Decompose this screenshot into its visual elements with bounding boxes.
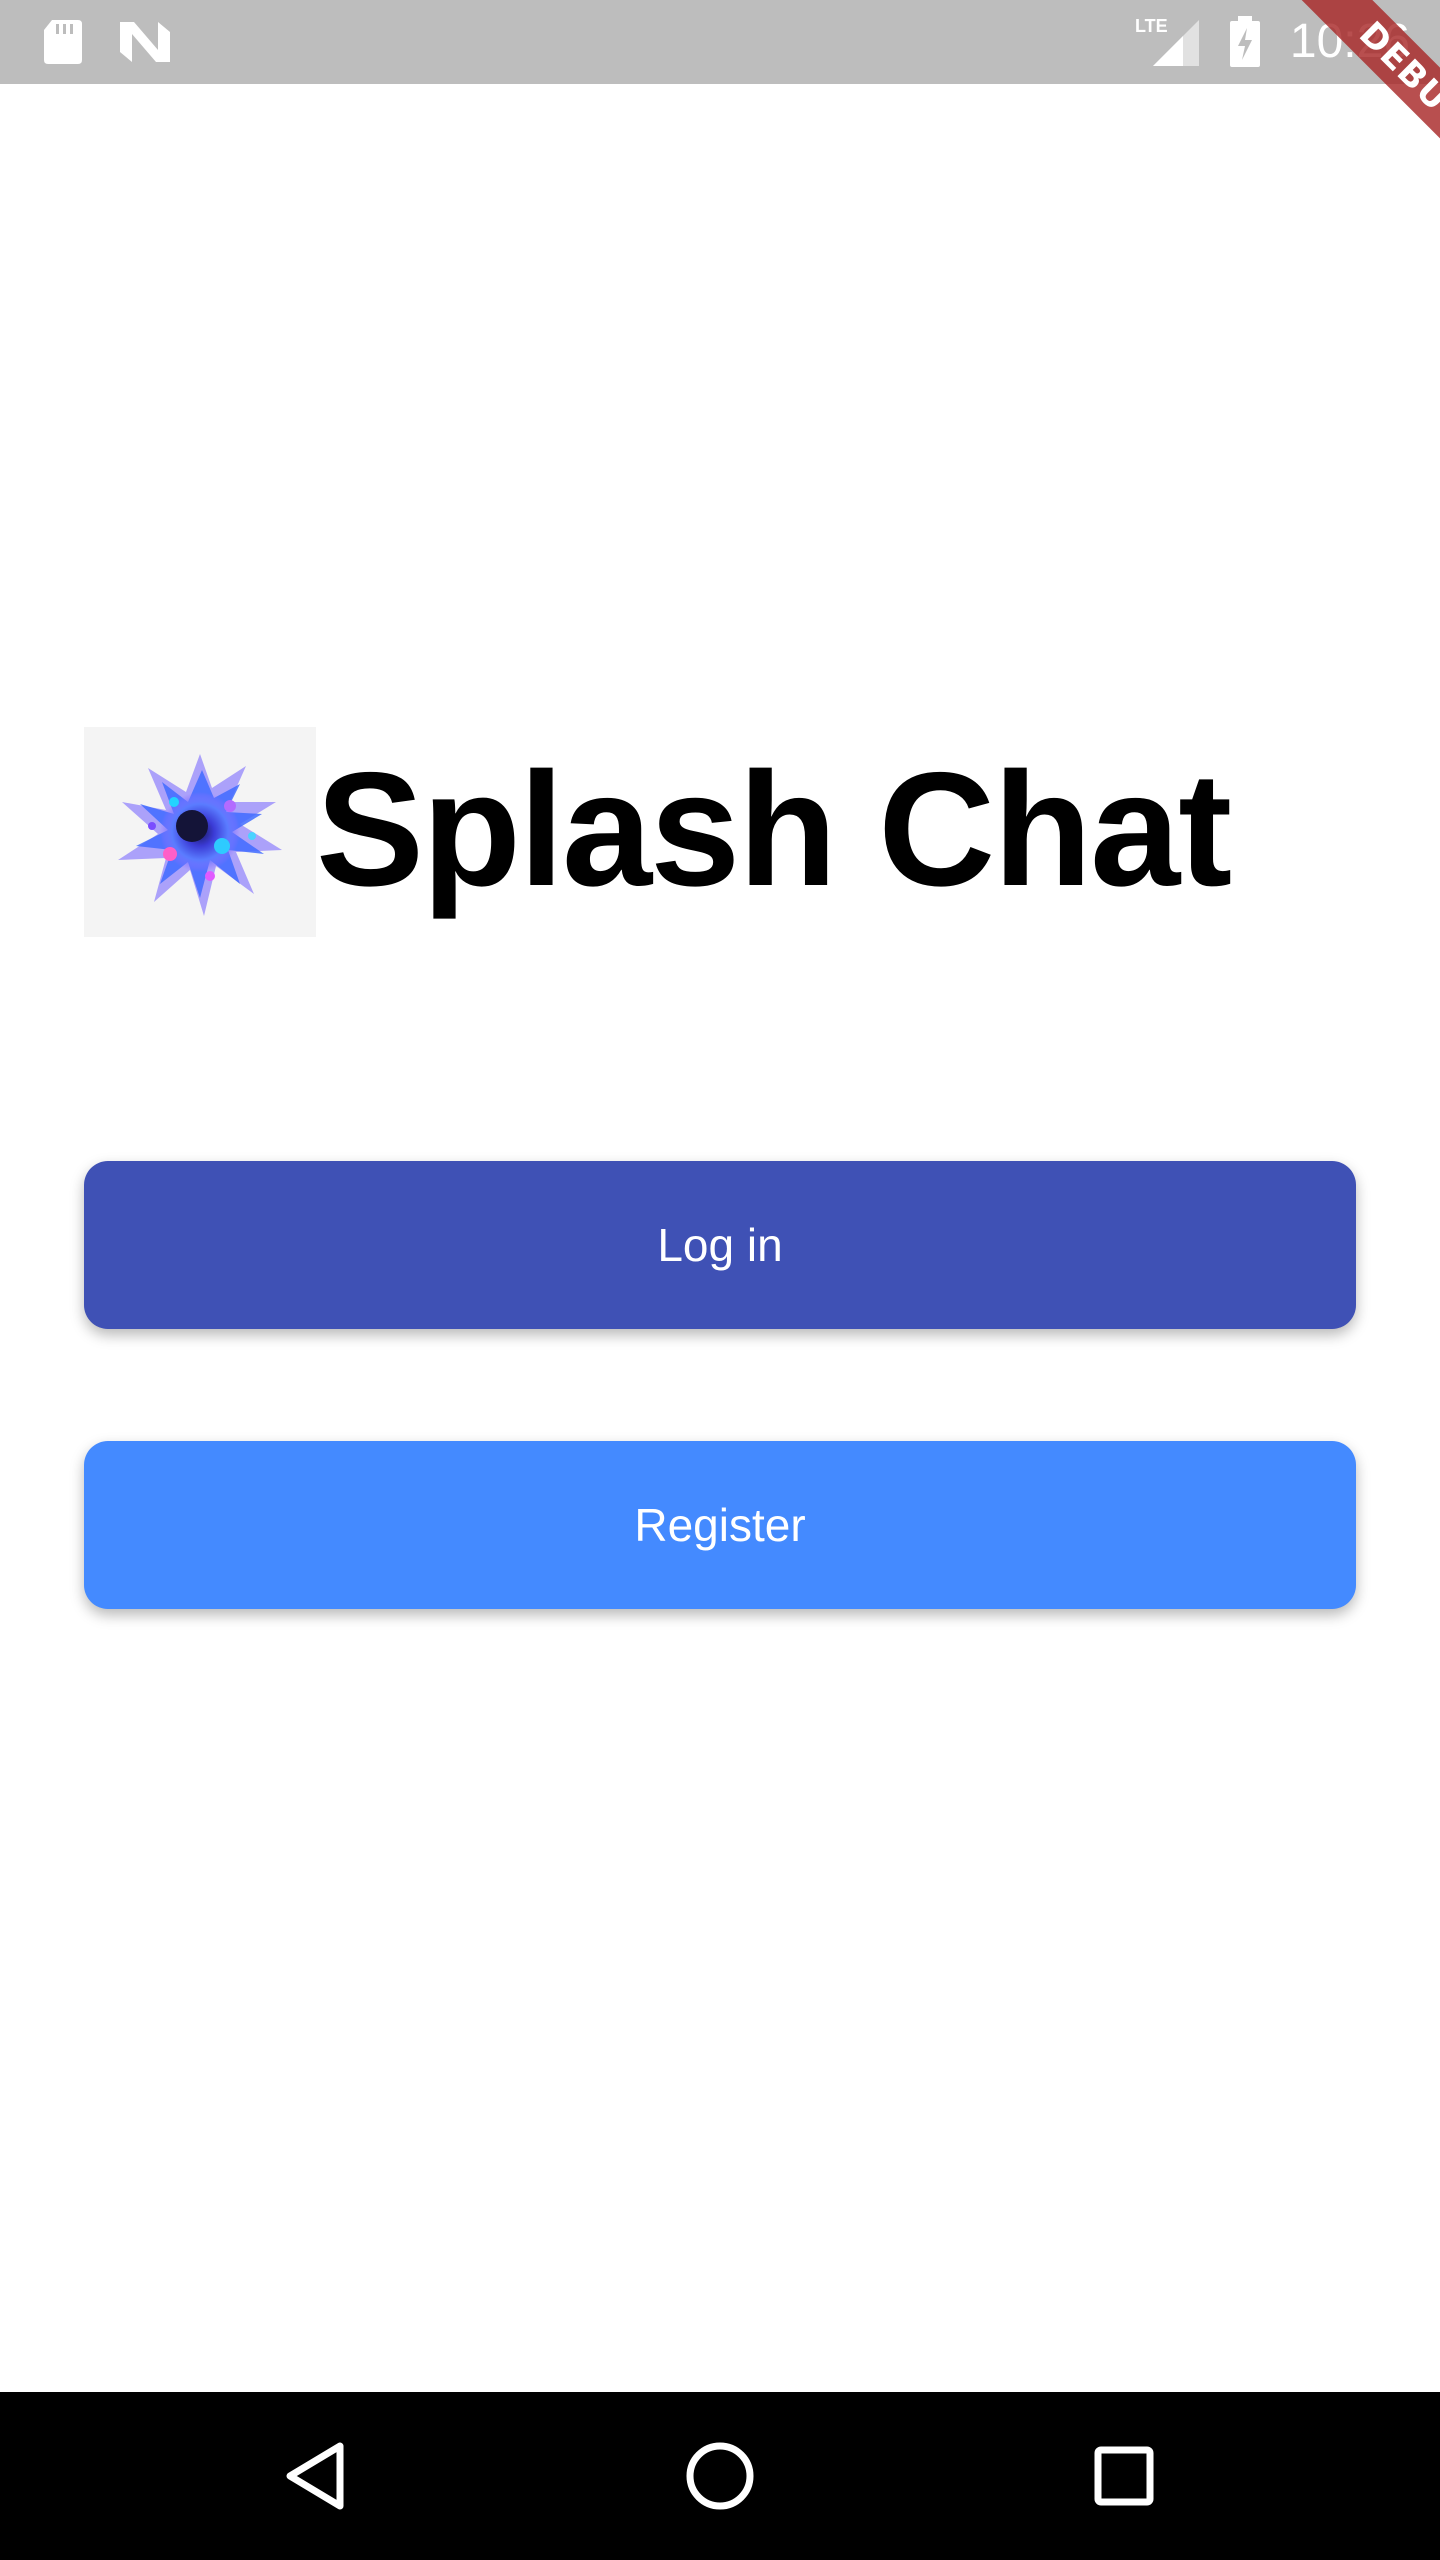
back-icon[interactable] <box>266 2426 366 2526</box>
app-title: Splash Chat <box>316 739 1232 920</box>
home-icon[interactable] <box>670 2426 770 2526</box>
battery-charging-icon <box>1228 16 1262 68</box>
navigation-bar <box>0 2392 1440 2560</box>
svg-text:LTE: LTE <box>1135 16 1168 36</box>
login-button[interactable]: Log in <box>84 1161 1356 1329</box>
sd-card-icon <box>42 18 84 66</box>
welcome-screen: LTE 10:26 DEBUG Splash Chat Log in Regis… <box>0 0 1440 2560</box>
lte-signal-icon: LTE <box>1135 14 1201 68</box>
register-button[interactable]: Register <box>84 1441 1356 1609</box>
n-notification-icon <box>118 18 172 66</box>
paint-splash-logo-icon <box>84 727 316 937</box>
status-bar: LTE 10:26 <box>0 0 1440 84</box>
status-clock: 10:26 <box>1289 15 1410 68</box>
recents-icon[interactable] <box>1074 2426 1174 2526</box>
